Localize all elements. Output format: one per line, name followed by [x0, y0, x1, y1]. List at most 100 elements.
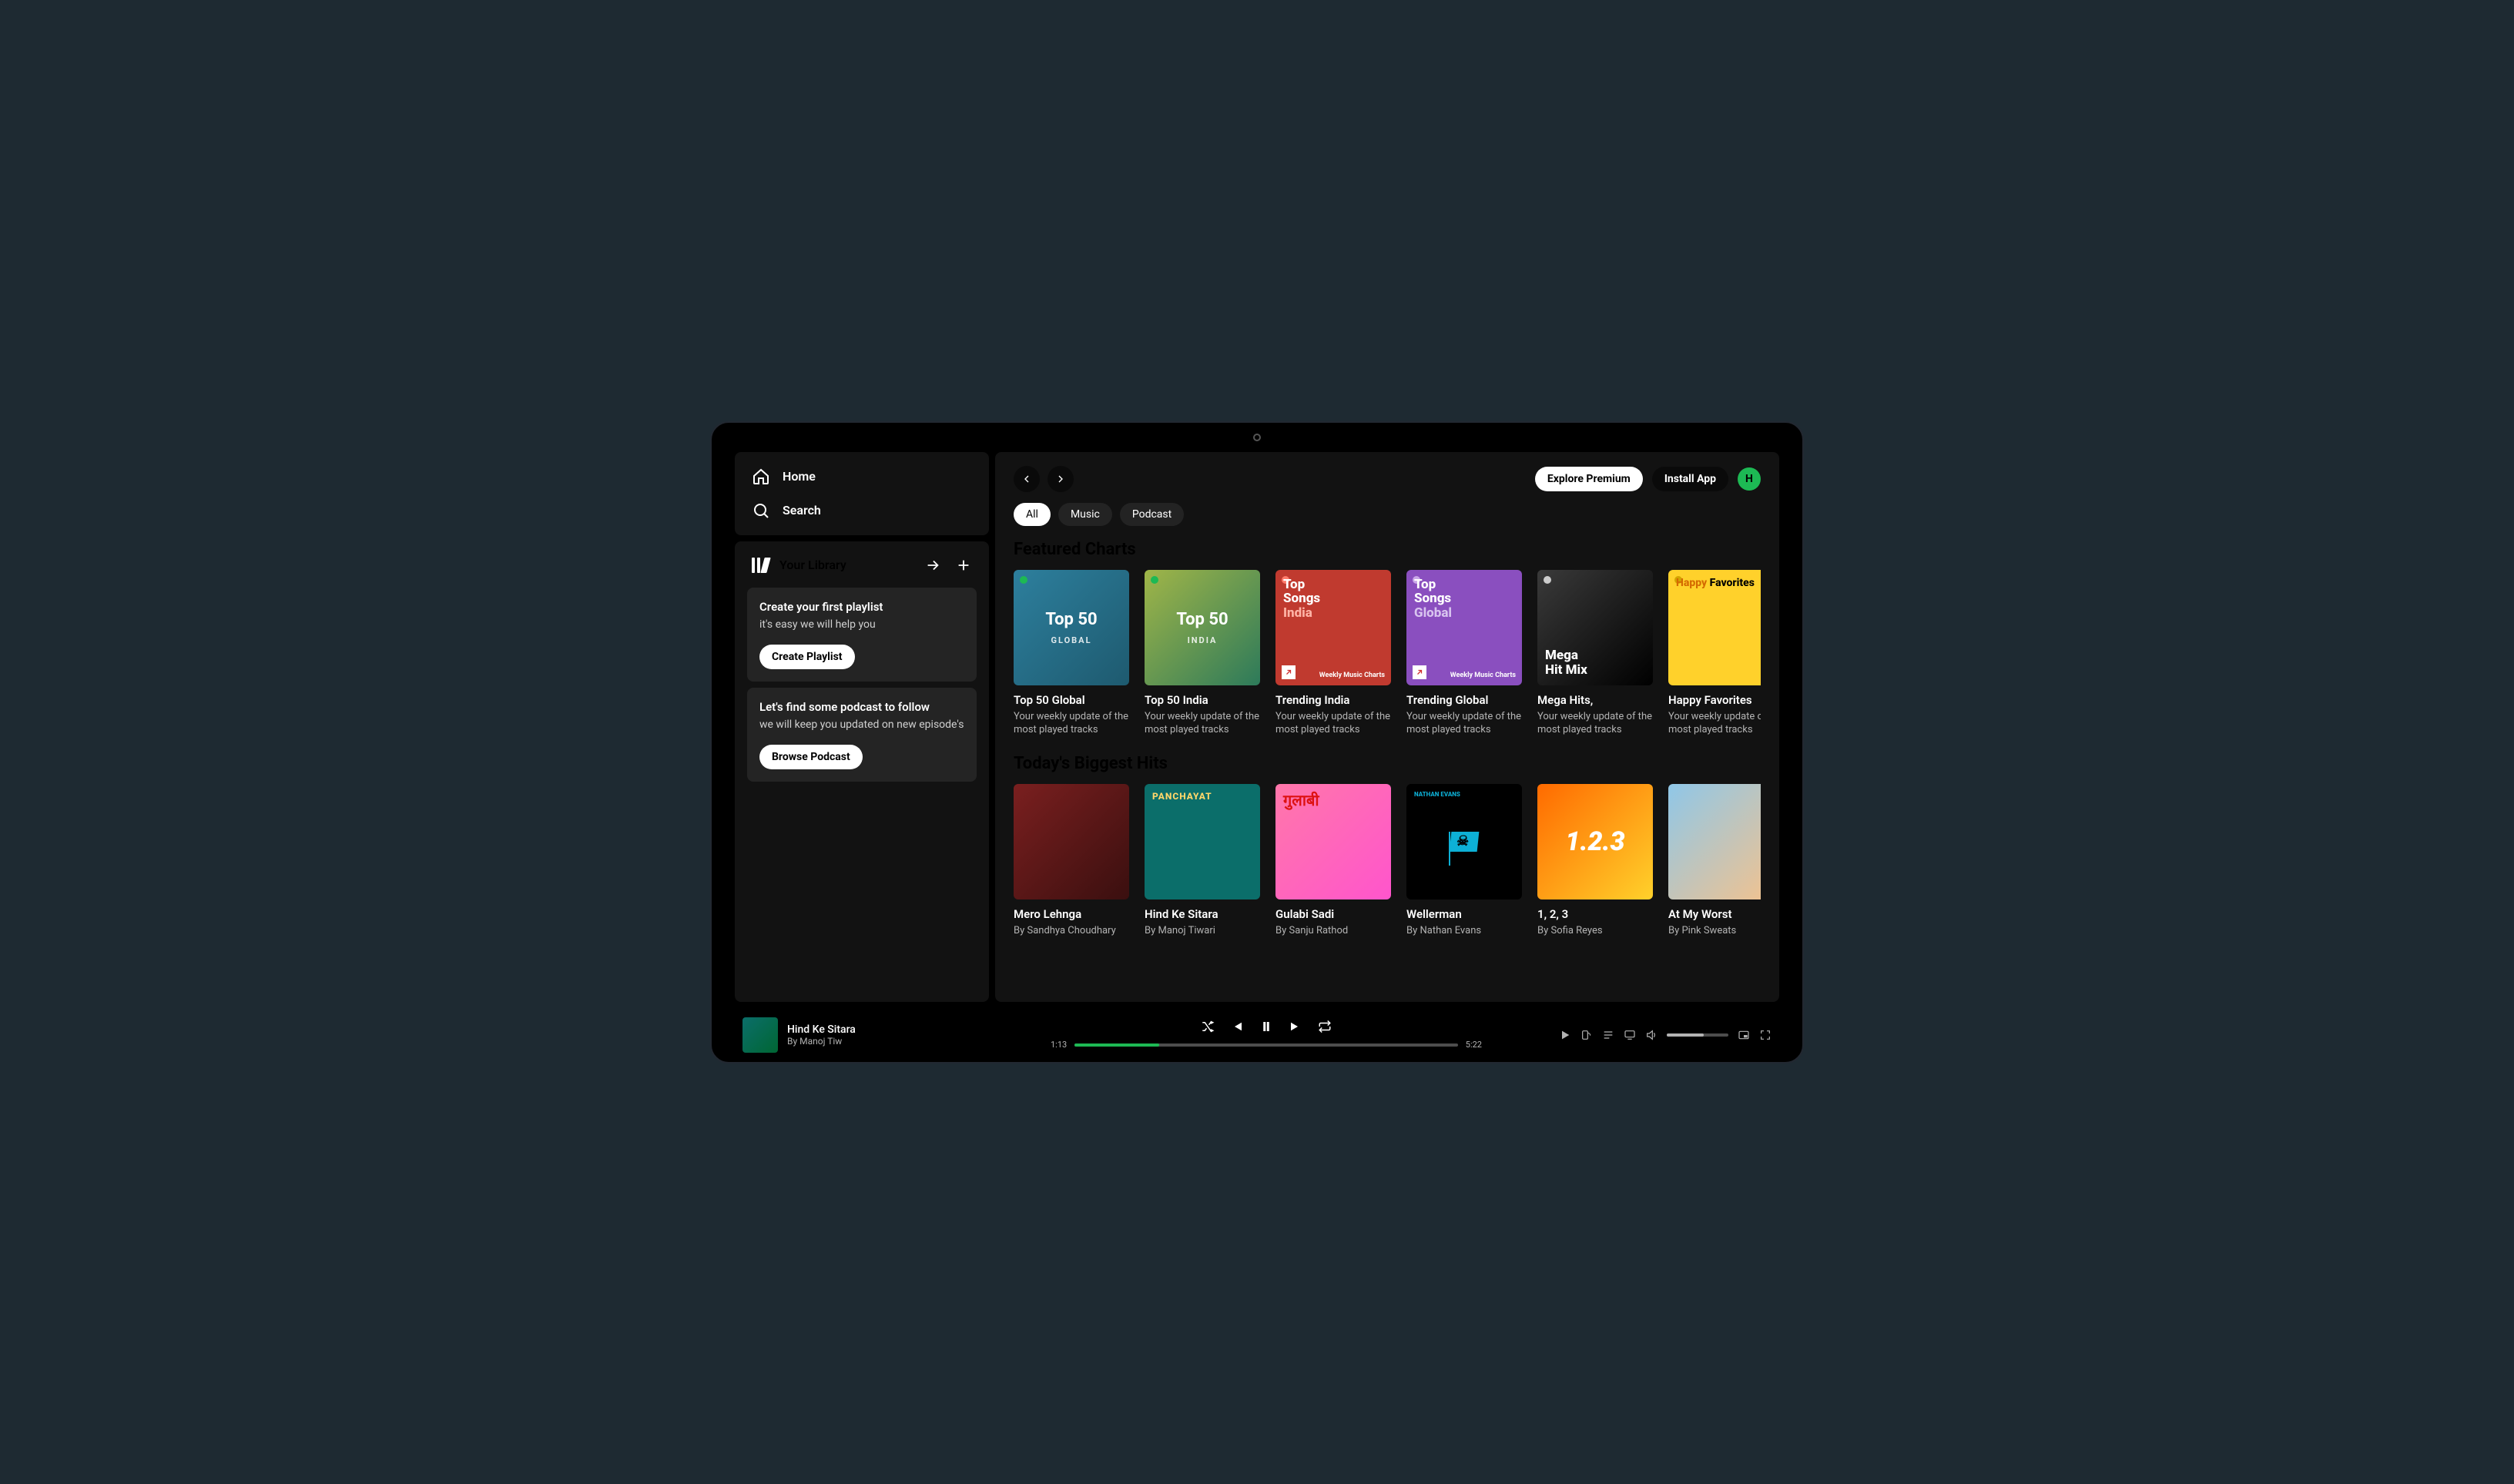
art-badge: गुलाबी	[1283, 792, 1319, 809]
album-art: TopSongsGlobal Weekly Music Charts	[1406, 570, 1522, 685]
browse-podcast-button[interactable]: Browse Podcast	[759, 745, 863, 769]
album-art: PANCHAYAT	[1145, 784, 1260, 899]
add-icon[interactable]	[955, 557, 972, 574]
tile-title: Gulabi Sadi	[1275, 907, 1391, 921]
album-art: Top 50 INDIA	[1145, 570, 1260, 685]
time-total: 5:22	[1466, 1040, 1482, 1050]
art-tag: Weekly Music Charts	[1319, 672, 1385, 679]
flag-icon: ☠	[1450, 832, 1478, 852]
chevron-left-icon	[1021, 473, 1033, 485]
today-tile[interactable]: PANCHAYAT Hind Ke Sitara By Manoj Tiwari	[1145, 784, 1260, 938]
album-art: Top 50 GLOBAL	[1014, 570, 1129, 685]
tile-sub: By Nathan Evans	[1406, 924, 1522, 938]
featured-tile[interactable]: Happy Favorites Happy Favorites Your wee…	[1668, 570, 1761, 737]
art-main: Top 50	[1045, 610, 1097, 629]
today-tile[interactable]: NATHAN EVANS ☠ Wellerman By Nathan Evans	[1406, 784, 1522, 938]
shuffle-icon[interactable]	[1201, 1020, 1215, 1033]
install-app-button[interactable]: Install App	[1652, 467, 1728, 491]
tile-title: Top 50 Global	[1014, 693, 1129, 707]
art-text: MegaHit Mix	[1545, 648, 1587, 677]
featured-row: Top 50 GLOBAL Top 50 Global Your weekly …	[1014, 570, 1761, 737]
fullscreen-icon[interactable]	[1759, 1029, 1772, 1041]
queue-icon[interactable]	[1602, 1029, 1614, 1041]
today-tile[interactable]: At My Worst By Pink Sweats	[1668, 784, 1761, 938]
chip-all[interactable]: All	[1014, 503, 1051, 526]
nav-back-button[interactable]	[1014, 466, 1040, 492]
featured-tile[interactable]: TopSongsGlobal Weekly Music Charts Trend…	[1406, 570, 1522, 737]
featured-tile[interactable]: TopSongsIndia Weekly Music Charts Trendi…	[1275, 570, 1391, 737]
sidebar-library-card: Your Library Create your first playlist …	[735, 541, 989, 1002]
now-playing[interactable]: Hind Ke Sitara By Manoj Tiw	[742, 1017, 974, 1053]
promo-browse-podcast: Let's find some podcast to follow we wil…	[747, 688, 977, 782]
tile-title: Trending Global	[1406, 693, 1522, 707]
album-art	[1668, 784, 1761, 899]
today-tile[interactable]: Mero Lehnga By Sandhya Choudhary	[1014, 784, 1129, 938]
library-button[interactable]: Your Library	[752, 558, 846, 573]
tile-sub: By Manoj Tiwari	[1145, 924, 1260, 938]
featured-tile[interactable]: MegaHit Mix Mega Hits, Your weekly updat…	[1537, 570, 1653, 737]
today-tile[interactable]: 1.2.3 1, 2, 3 By Sofia Reyes	[1537, 784, 1653, 938]
repeat-icon[interactable]	[1318, 1020, 1332, 1033]
art-main: Top 50	[1176, 610, 1228, 629]
expand-library-icon[interactable]	[924, 557, 941, 574]
tile-sub: By Sofia Reyes	[1537, 924, 1653, 938]
art-text: TopSongsIndia	[1283, 578, 1320, 621]
tile-sub: By Sandhya Choudhary	[1014, 924, 1129, 938]
featured-tile[interactable]: Top 50 GLOBAL Top 50 Global Your weekly …	[1014, 570, 1129, 737]
now-playing-title: Hind Ke Sitara	[787, 1023, 856, 1036]
pause-icon[interactable]	[1259, 1020, 1273, 1033]
art-text: TopSongsGlobal	[1414, 578, 1452, 621]
volume-bar[interactable]	[1667, 1033, 1728, 1037]
today-row: Mero Lehnga By Sandhya Choudhary PANCHAY…	[1014, 784, 1761, 938]
player-bar: Hind Ke Sitara By Manoj Tiw 1:13 5:22	[735, 1008, 1779, 1062]
nav-forward-button[interactable]	[1048, 466, 1074, 492]
art-sub: INDIA	[1188, 635, 1218, 645]
today-tile[interactable]: गुलाबी Gulabi Sadi By Sanju Rathod	[1275, 784, 1391, 938]
topbar: Explore Premium Install App H	[1014, 466, 1761, 492]
tile-title: At My Worst	[1668, 907, 1761, 921]
volume-icon[interactable]	[1645, 1029, 1658, 1041]
play-small-icon[interactable]	[1559, 1029, 1571, 1041]
art-badge: NATHAN EVANS	[1414, 792, 1460, 799]
promo-title: Let's find some podcast to follow	[759, 700, 964, 714]
explore-premium-button[interactable]: Explore Premium	[1535, 467, 1643, 491]
art-badge: PANCHAYAT	[1152, 792, 1212, 802]
nav-search[interactable]: Search	[741, 494, 983, 528]
album-art	[1014, 784, 1129, 899]
library-icon	[752, 558, 769, 573]
promo-sub: it's easy we will help you	[759, 618, 964, 631]
progress-row: 1:13 5:22	[1051, 1040, 1482, 1050]
sidebar-nav-card: Home Search	[735, 452, 989, 535]
main-content: Explore Premium Install App H All Music …	[995, 452, 1779, 1002]
lyrics-icon[interactable]	[1580, 1029, 1593, 1041]
previous-icon[interactable]	[1230, 1020, 1244, 1033]
art-tag: Weekly Music Charts	[1450, 672, 1516, 679]
arrow-corner-icon	[1282, 665, 1296, 679]
album-art: NATHAN EVANS ☠	[1406, 784, 1522, 899]
chip-music[interactable]: Music	[1058, 503, 1112, 526]
now-playing-artist: By Manoj Tiw	[787, 1036, 856, 1047]
featured-tile[interactable]: Top 50 INDIA Top 50 India Your weekly up…	[1145, 570, 1260, 737]
tile-title: Hind Ke Sitara	[1145, 907, 1260, 921]
tile-title: Trending India	[1275, 693, 1391, 707]
album-art: गुलाबी	[1275, 784, 1391, 899]
library-label: Your Library	[779, 558, 846, 572]
sidebar: Home Search Your Library	[735, 452, 989, 1002]
seek-bar[interactable]	[1074, 1043, 1458, 1047]
user-avatar[interactable]: H	[1738, 467, 1761, 491]
tile-sub: By Sanju Rathod	[1275, 924, 1391, 938]
next-icon[interactable]	[1289, 1020, 1302, 1033]
create-playlist-button[interactable]: Create Playlist	[759, 645, 855, 669]
art-sub: GLOBAL	[1051, 635, 1091, 645]
filter-chips: All Music Podcast	[1014, 503, 1761, 526]
section-title-today: Today's Biggest Hits	[1014, 754, 1761, 773]
devices-icon[interactable]	[1624, 1029, 1636, 1041]
miniplayer-icon[interactable]	[1738, 1029, 1750, 1041]
album-art: Happy Favorites	[1668, 570, 1761, 685]
tile-title: Happy Favorites	[1668, 693, 1761, 707]
spotify-dot-icon	[1544, 576, 1551, 584]
app-root: Home Search Your Library	[712, 446, 1802, 1062]
nav-home[interactable]: Home	[741, 460, 983, 494]
tile-title: Mega Hits,	[1537, 693, 1653, 707]
chip-podcast[interactable]: Podcast	[1120, 503, 1184, 526]
